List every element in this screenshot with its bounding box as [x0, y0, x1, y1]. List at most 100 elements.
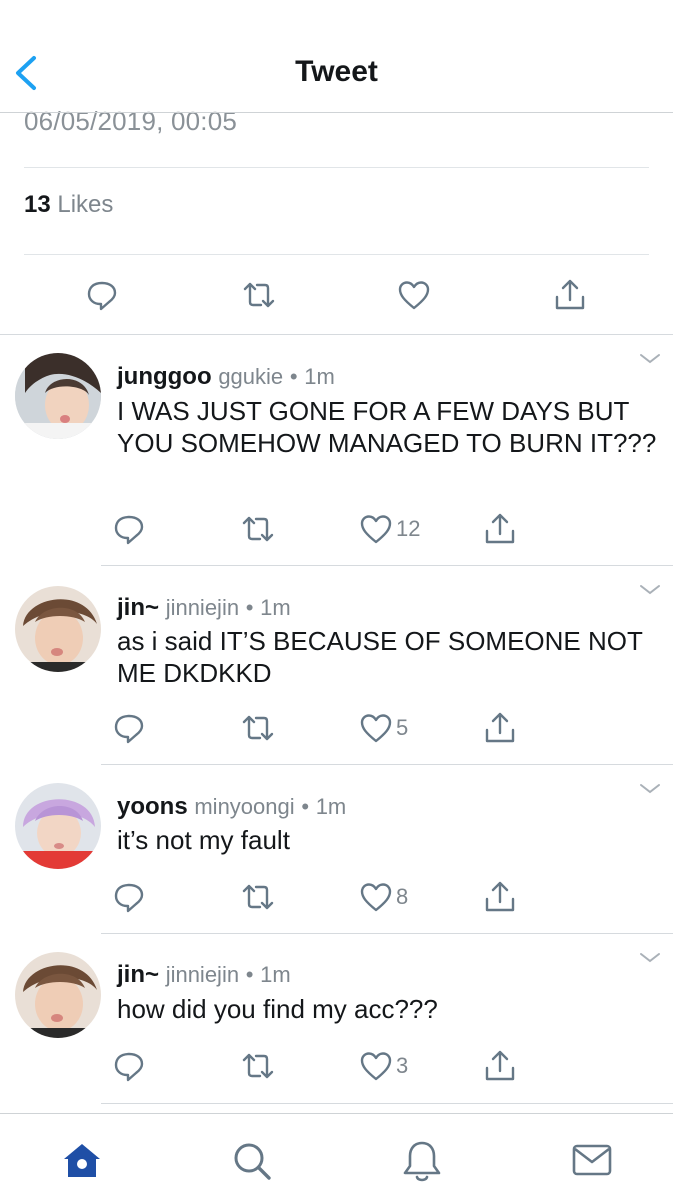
tab-home[interactable] — [60, 1139, 104, 1183]
top-navigation-bar: Tweet — [0, 0, 673, 112]
timestamp: 1m — [315, 794, 347, 819]
reply-tweet[interactable]: yoons minyoongi • 1m it’s not my fault 8 — [0, 765, 673, 933]
chevron-down-icon — [640, 953, 660, 963]
retweet-button[interactable] — [239, 275, 279, 315]
share-button[interactable] — [480, 509, 520, 549]
username[interactable]: jinniejin — [166, 595, 239, 620]
display-name[interactable]: yoons — [117, 793, 188, 820]
avatar[interactable] — [15, 353, 101, 439]
retweet-icon — [242, 1053, 274, 1079]
share-icon — [485, 712, 515, 743]
reply-text: it’s not my fault — [117, 825, 290, 855]
timestamp: 1m — [260, 962, 291, 987]
like-count: 12 — [396, 516, 421, 541]
profile-photo — [15, 586, 101, 672]
heart-icon — [360, 883, 392, 912]
reply-button[interactable] — [109, 1046, 149, 1086]
more-options-button[interactable] — [637, 581, 663, 599]
avatar[interactable] — [15, 586, 101, 672]
username[interactable]: minyoongi — [194, 794, 294, 819]
share-icon — [485, 1050, 515, 1081]
like-count: 5 — [396, 715, 409, 740]
bottom-tab-bar — [0, 1113, 673, 1201]
heart-icon — [360, 1052, 392, 1081]
tab-messages[interactable] — [570, 1140, 614, 1180]
profile-photo — [15, 783, 101, 869]
heart-icon — [360, 714, 392, 743]
chevron-down-icon — [640, 354, 660, 364]
page-title: Tweet — [295, 55, 378, 88]
likes-summary[interactable]: 13 Likes — [24, 191, 113, 219]
reply-icon — [114, 714, 144, 744]
share-icon — [555, 279, 585, 310]
like-button[interactable]: 5 — [356, 708, 408, 748]
avatar[interactable] — [15, 952, 101, 1038]
tab-notifications[interactable] — [400, 1138, 444, 1184]
divider — [101, 1103, 673, 1104]
profile-photo — [15, 353, 101, 439]
like-count: 8 — [396, 884, 409, 909]
likes-count: 13 — [24, 191, 51, 218]
reply-icon — [114, 883, 144, 913]
share-icon — [485, 881, 515, 912]
username[interactable]: jinniejin — [166, 962, 239, 987]
retweet-icon — [242, 715, 274, 741]
retweet-button[interactable] — [238, 509, 278, 549]
chevron-down-icon — [640, 585, 660, 595]
reply-icon — [114, 515, 144, 545]
reply-button[interactable] — [109, 877, 149, 917]
display-name[interactable]: jin~ — [117, 594, 159, 621]
reply-tweet[interactable]: jin~ jinniejin • 1m as i said IT’S BECAU… — [0, 566, 673, 764]
display-name[interactable]: junggoo — [117, 363, 212, 390]
share-button[interactable] — [480, 877, 520, 917]
retweet-button[interactable] — [238, 1046, 278, 1086]
timestamp: 1m — [304, 364, 335, 389]
retweet-button[interactable] — [238, 877, 278, 917]
like-button[interactable]: 12 — [356, 509, 420, 549]
reply-button[interactable] — [109, 708, 149, 748]
divider — [24, 167, 649, 168]
reply-meta: junggoo ggukie • 1m — [117, 363, 335, 391]
retweet-button[interactable] — [238, 708, 278, 748]
more-options-button[interactable] — [637, 949, 663, 967]
avatar[interactable] — [15, 783, 101, 869]
reply-icon — [114, 1052, 144, 1082]
share-button[interactable] — [480, 1046, 520, 1086]
reply-text: I WAS JUST GONE FOR A FEW DAYS BUT YOU S… — [117, 396, 657, 458]
share-button[interactable] — [480, 708, 520, 748]
retweet-icon — [242, 884, 274, 910]
reply-tweet[interactable]: junggoo ggukie • 1m I WAS JUST GONE FOR … — [0, 335, 673, 565]
tab-search[interactable] — [230, 1139, 274, 1183]
like-count: 3 — [396, 1053, 409, 1078]
header-divider — [0, 112, 673, 113]
reply-icon — [87, 281, 117, 311]
reply-tweet[interactable]: jin~ jinniejin • 1m how did you find my … — [0, 934, 673, 1102]
reply-meta: jin~ jinniejin • 1m — [117, 961, 291, 989]
chevron-down-icon — [640, 784, 660, 794]
share-button[interactable] — [550, 275, 590, 315]
separator-dot: • — [245, 595, 254, 620]
messages-icon — [572, 1144, 612, 1176]
like-button[interactable] — [394, 275, 434, 315]
display-name[interactable]: jin~ — [117, 961, 159, 988]
separator-dot: • — [301, 794, 310, 819]
retweet-icon — [242, 516, 274, 542]
search-icon — [234, 1143, 271, 1180]
reply-text: as i said IT’S BECAUSE OF SOMEONE NOT ME… — [117, 626, 643, 688]
username[interactable]: ggukie — [218, 364, 283, 389]
reply-text: how did you find my acc??? — [117, 994, 438, 1024]
more-options-button[interactable] — [637, 350, 663, 368]
retweet-icon — [243, 282, 275, 308]
reply-button[interactable] — [109, 509, 149, 549]
notifications-icon — [403, 1141, 441, 1182]
like-button[interactable]: 3 — [356, 1046, 408, 1086]
heart-icon — [360, 515, 392, 544]
tweet-timestamp: 06/05/2019, 00:05 — [24, 106, 238, 136]
profile-photo — [15, 952, 101, 1038]
reply-meta: jin~ jinniejin • 1m — [117, 594, 291, 622]
like-button[interactable]: 8 — [356, 877, 408, 917]
reply-button[interactable] — [82, 275, 122, 315]
likes-label: Likes — [57, 191, 114, 218]
divider — [24, 254, 649, 255]
more-options-button[interactable] — [637, 780, 663, 798]
